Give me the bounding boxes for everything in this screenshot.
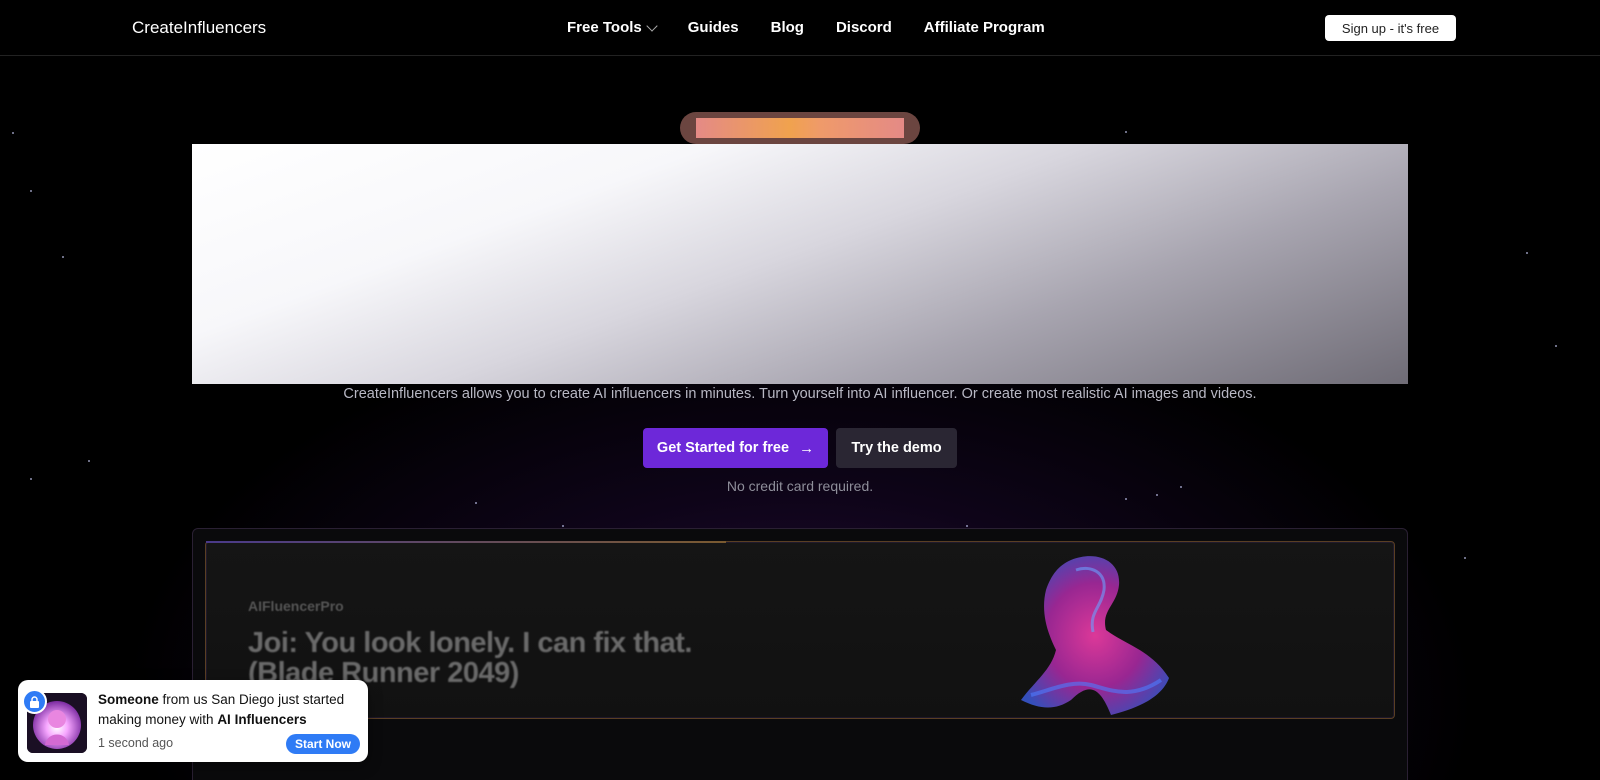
main-nav: Free Tools Guides Blog Discord Affiliate… [567, 19, 1045, 36]
signup-button[interactable]: Sign up - it's free [1325, 15, 1456, 41]
hero-subtitle: CreateInfluencers allows you to create A… [343, 386, 1257, 402]
arrow-right-icon: → [799, 439, 815, 457]
star-decoration [562, 525, 564, 527]
nav-guides[interactable]: Guides [688, 19, 739, 36]
nav-free-tools[interactable]: Free Tools [567, 19, 658, 36]
star-decoration [1464, 557, 1466, 559]
try-demo-button[interactable]: Try the demo [836, 428, 957, 468]
star-decoration [966, 525, 968, 527]
page: CreateInfluencers Free Tools Guides Blog… [0, 0, 1600, 780]
star-decoration [1125, 131, 1127, 133]
get-started-button[interactable]: Get Started for free → [643, 428, 828, 468]
lock-icon [22, 689, 47, 714]
nav-blog[interactable]: Blog [771, 19, 804, 36]
hologram-figure-image [1021, 556, 1169, 715]
hero-image [192, 144, 1408, 384]
site-logo[interactable]: CreateInfluencers [132, 18, 266, 38]
star-decoration [12, 132, 14, 134]
banner-glow [206, 541, 726, 543]
chevron-down-icon [646, 19, 658, 32]
top-navbar: CreateInfluencers Free Tools Guides Blog… [0, 0, 1600, 56]
announcement-badge[interactable] [680, 112, 920, 144]
star-decoration [1555, 345, 1557, 347]
nav-affiliate-program[interactable]: Affiliate Program [924, 19, 1045, 36]
toast-who: Someone [98, 692, 159, 707]
app-preview: AIFluencerPro Joi: You look lonely. I ca… [192, 528, 1408, 780]
preview-title: Joi: You look lonely. I can fix that. (B… [248, 628, 848, 688]
get-started-label: Get Started for free [656, 440, 790, 456]
announcement-badge-gradient [696, 118, 904, 138]
star-decoration [1125, 498, 1127, 500]
nav-discord[interactable]: Discord [836, 19, 892, 36]
no-credit-card-note: No credit card required. [726, 478, 874, 494]
preview-title-line1: Joi: You look lonely. I can fix that. [248, 627, 692, 659]
star-decoration [30, 190, 32, 192]
start-now-button[interactable]: Start Now [286, 734, 360, 754]
preview-brand: AIFluencerPro [248, 598, 344, 614]
social-proof-toast[interactable]: Someone from us San Diego just started m… [18, 680, 368, 762]
toast-highlight: AI Influencers [217, 712, 307, 727]
star-decoration [1156, 494, 1158, 496]
star-decoration [62, 256, 64, 258]
toast-timestamp: 1 second ago [98, 736, 174, 750]
star-decoration [1526, 252, 1528, 254]
preview-banner: AIFluencerPro Joi: You look lonely. I ca… [205, 541, 1395, 719]
star-decoration [88, 460, 90, 462]
star-decoration [475, 502, 477, 504]
toast-message: Someone from us San Diego just started m… [98, 690, 360, 730]
nav-free-tools-label: Free Tools [567, 19, 642, 36]
